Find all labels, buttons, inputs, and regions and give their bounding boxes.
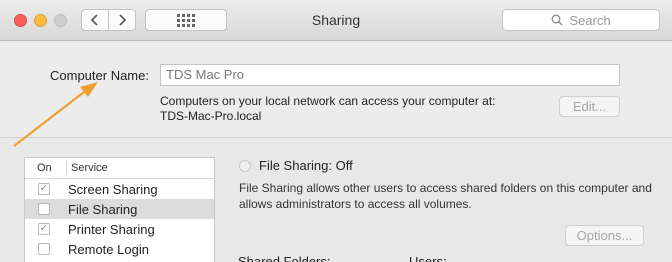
service-label: Screen Sharing xyxy=(68,181,158,197)
edit-button[interactable]: Edit... xyxy=(559,96,620,117)
services-list-header: On Service xyxy=(25,158,214,179)
search-placeholder: Search xyxy=(569,12,611,28)
service-label: Remote Login xyxy=(68,241,149,257)
users-label: Users: xyxy=(409,254,447,262)
column-header-on[interactable]: On xyxy=(25,161,67,175)
network-info-text: Computers on your local network can acce… xyxy=(160,94,496,108)
computer-name-input[interactable]: TDS Mac Pro xyxy=(160,64,620,86)
title-bar: Sharing Search xyxy=(0,0,672,41)
service-label: Printer Sharing xyxy=(68,221,155,237)
service-row-file-sharing[interactable]: File Sharing xyxy=(25,199,214,219)
services-list: On Service ✓ Screen Sharing File Sharing… xyxy=(24,157,215,262)
file-sharing-description: File Sharing allows other users to acces… xyxy=(239,181,652,211)
network-address-info: Computers on your local network can acce… xyxy=(160,94,495,124)
file-sharing-status: File Sharing: Off xyxy=(259,158,353,173)
status-indicator-icon xyxy=(239,160,251,172)
service-row-screen-sharing[interactable]: ✓ Screen Sharing xyxy=(25,179,214,199)
shared-folders-label: Shared Folders: xyxy=(238,254,331,262)
column-header-service[interactable]: Service xyxy=(67,162,108,174)
remote-login-checkbox[interactable] xyxy=(38,243,50,255)
sharing-window: Sharing Search Computer Name: TDS Mac Pr… xyxy=(0,0,672,262)
file-sharing-checkbox[interactable] xyxy=(38,203,50,215)
local-hostname: TDS-Mac-Pro.local xyxy=(160,109,262,123)
screen-sharing-checkbox[interactable]: ✓ xyxy=(38,183,50,195)
search-field[interactable]: Search xyxy=(502,9,660,31)
options-button[interactable]: Options... xyxy=(565,225,644,246)
computer-name-label: Computer Name: xyxy=(50,68,149,83)
service-row-printer-sharing[interactable]: ✓ Printer Sharing xyxy=(25,219,214,239)
service-row-remote-login[interactable]: Remote Login xyxy=(25,239,214,259)
printer-sharing-checkbox[interactable]: ✓ xyxy=(38,223,50,235)
service-label: File Sharing xyxy=(68,201,138,217)
search-icon xyxy=(551,14,563,26)
